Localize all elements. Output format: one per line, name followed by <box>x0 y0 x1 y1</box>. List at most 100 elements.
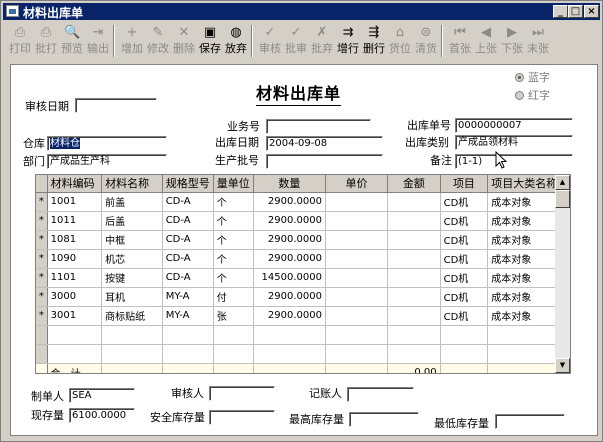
table-cell-price[interactable] <box>325 249 389 269</box>
table-cell-code[interactable]: 1001 <box>47 192 103 212</box>
outbound-no-field[interactable]: 0000000007 <box>455 118 573 133</box>
row-mark[interactable]: * <box>36 249 48 269</box>
maximize-button[interactable]: □ <box>568 5 583 18</box>
column-header[interactable]: 数量 <box>253 175 326 193</box>
table-cell-project[interactable]: CD机 <box>440 192 489 212</box>
table-cell-project[interactable]: CD机 <box>440 211 489 231</box>
table-cell-spec[interactable]: CD-A <box>162 249 214 269</box>
table-cell-project[interactable]: CD机 <box>440 230 489 250</box>
toolbar-button[interactable]: + 增加 <box>119 23 145 59</box>
table-cell-spec[interactable]: CD-A <box>162 230 214 250</box>
row-mark[interactable]: * <box>36 268 48 288</box>
table-cell-code[interactable]: 1081 <box>47 230 103 250</box>
table-cell-name[interactable]: 后盖 <box>101 211 163 231</box>
table-row[interactable]: * 1011 后盖 CD-A 个 2900.0000 CD机 成本对象 <box>36 211 570 231</box>
table-cell-amount[interactable] <box>387 230 441 250</box>
table-cell-empty[interactable] <box>253 344 326 364</box>
table-cell-spec[interactable]: CD-A <box>162 192 214 212</box>
row-mark[interactable]: * <box>36 211 48 231</box>
toolbar-button[interactable]: ⎙ 打印 <box>7 23 33 59</box>
toolbar-button[interactable]: ⏮ 首张 <box>447 23 473 59</box>
warehouse-field[interactable]: 材料仓 <box>47 136 167 151</box>
table-cell-empty[interactable] <box>325 325 389 345</box>
table-cell-qty[interactable]: 14500.0000 <box>253 268 326 288</box>
row-mark[interactable]: * <box>36 230 48 250</box>
min-stock-field[interactable] <box>495 414 565 429</box>
table-cell-unit[interactable]: 个 <box>213 230 254 250</box>
table-cell-amount[interactable] <box>387 287 441 307</box>
toolbar-button[interactable]: 🔍 预览 <box>59 23 85 59</box>
table-row[interactable]: * 1081 中框 CD-A 个 2900.0000 CD机 成本对象 <box>36 230 570 250</box>
toolbar-button[interactable]: ⇥ 输出 <box>85 23 111 59</box>
table-cell-empty[interactable] <box>47 344 103 364</box>
toolbar-button[interactable]: ⇉ 增行 <box>335 23 361 59</box>
maker-field[interactable]: SEA <box>69 388 135 403</box>
outbound-date-field[interactable]: 2004-09-08 <box>266 136 383 151</box>
table-cell-code[interactable]: 3001 <box>47 306 103 326</box>
row-mark[interactable]: * <box>36 287 48 307</box>
toolbar-button[interactable]: ✗ 批弃 <box>309 23 335 59</box>
batch-no-field[interactable] <box>266 154 383 169</box>
scroll-thumb[interactable] <box>555 190 570 208</box>
table-cell-code[interactable]: 3000 <box>47 287 103 307</box>
row-mark[interactable]: * <box>36 306 48 326</box>
table-row[interactable]: * 3000 耳机 MY-A 付 2900.0000 CD机 成本对象 <box>36 287 570 307</box>
table-cell-unit[interactable]: 张 <box>213 306 254 326</box>
toolbar-button[interactable]: ✕ 删除 <box>171 23 197 59</box>
table-cell-unit[interactable]: 付 <box>213 287 254 307</box>
table-row[interactable]: * 1001 前盖 CD-A 个 2900.0000 CD机 成本对象 <box>36 192 570 212</box>
table-cell-price[interactable] <box>325 230 389 250</box>
title-bar[interactable]: 材料出库单 _ □ × <box>3 3 600 20</box>
remark-field[interactable]: (1-1) <box>455 154 573 169</box>
table-cell-qty[interactable]: 2900.0000 <box>253 249 326 269</box>
table-cell-price[interactable] <box>325 287 389 307</box>
table-cell-qty[interactable]: 2900.0000 <box>253 192 326 212</box>
table-cell-unit[interactable]: 个 <box>213 268 254 288</box>
table-row-empty[interactable] <box>36 325 570 345</box>
toolbar-button[interactable]: ✓ 审核 <box>257 23 283 59</box>
table-cell-qty[interactable]: 2900.0000 <box>253 211 326 231</box>
column-header[interactable]: 材料名称 <box>101 175 163 193</box>
outbound-type-field[interactable]: 产成品领材料 <box>455 135 573 150</box>
table-row[interactable]: * 1090 机芯 CD-A 个 2900.0000 CD机 成本对象 <box>36 249 570 269</box>
row-mark[interactable]: * <box>36 192 48 212</box>
table-cell-qty[interactable]: 2900.0000 <box>253 287 326 307</box>
table-cell-empty[interactable] <box>101 344 163 364</box>
table-row-empty[interactable] <box>36 344 570 364</box>
table-cell-empty[interactable] <box>440 325 489 345</box>
department-field[interactable]: 产成品生产科 <box>47 154 167 169</box>
table-cell-amount[interactable] <box>387 249 441 269</box>
max-stock-field[interactable] <box>349 412 419 427</box>
table-cell-project[interactable]: CD机 <box>440 287 489 307</box>
table-cell-code[interactable]: 1090 <box>47 249 103 269</box>
table-row[interactable]: * 3001 商标贴纸 MY-A 张 2900.0000 CD机 成本对象 <box>36 306 570 326</box>
table-cell-name[interactable]: 按键 <box>101 268 163 288</box>
safety-stock-field[interactable] <box>209 410 275 425</box>
table-cell-empty[interactable] <box>387 344 441 364</box>
table-cell-empty[interactable] <box>213 325 254 345</box>
table-cell-name[interactable]: 中框 <box>101 230 163 250</box>
radio-red[interactable]: 红字 <box>515 87 550 103</box>
toolbar-button[interactable]: ⌂ 货位 <box>387 23 413 59</box>
table-cell-unit[interactable]: 个 <box>213 192 254 212</box>
close-button[interactable]: × <box>584 5 599 18</box>
table-cell-empty[interactable] <box>36 325 48 345</box>
table-cell-unit[interactable]: 个 <box>213 211 254 231</box>
toolbar-button[interactable]: ◀ 上张 <box>473 23 499 59</box>
bookkeeper-field[interactable] <box>347 387 414 402</box>
table-cell-price[interactable] <box>325 211 389 231</box>
table-cell-price[interactable] <box>325 268 389 288</box>
toolbar-button[interactable]: ▶ 下张 <box>499 23 525 59</box>
table-cell-price[interactable] <box>325 306 389 326</box>
toolbar-button[interactable]: ▣ 保存 <box>197 23 223 59</box>
toolbar-button[interactable]: ✓ 批审 <box>283 23 309 59</box>
column-header[interactable]: 金额 <box>387 175 441 193</box>
table-cell-amount[interactable] <box>387 211 441 231</box>
toolbar-button[interactable]: ◍ 放弃 <box>223 23 249 59</box>
table-cell-amount[interactable] <box>387 192 441 212</box>
table-row[interactable]: * 1101 按键 CD-A 个 14500.0000 CD机 成本对象 <box>36 268 570 288</box>
table-cell-unit[interactable]: 个 <box>213 249 254 269</box>
table-cell-empty[interactable] <box>162 325 214 345</box>
audit-date-field[interactable] <box>75 98 157 113</box>
scroll-down-icon[interactable]: ▼ <box>555 358 570 373</box>
